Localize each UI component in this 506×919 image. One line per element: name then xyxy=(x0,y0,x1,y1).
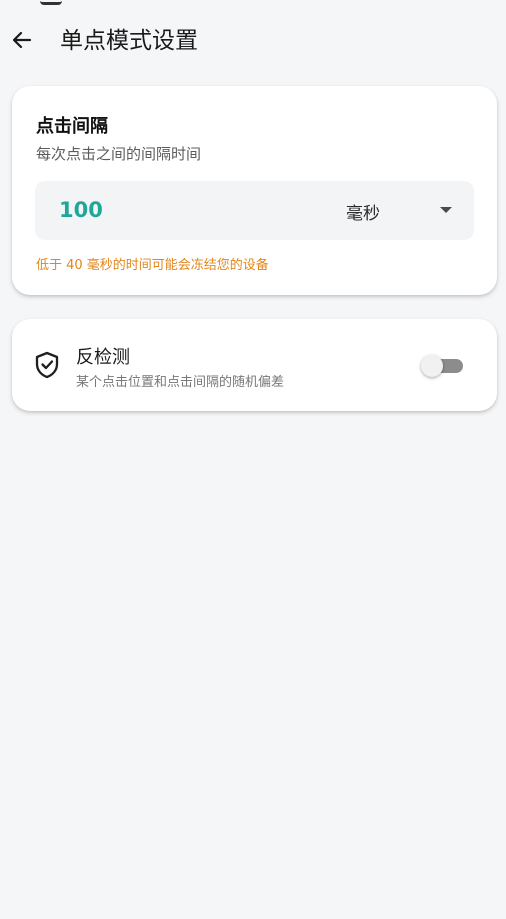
click-interval-title: 点击间隔 xyxy=(36,116,108,137)
anti-detection-toggle[interactable] xyxy=(421,355,463,377)
status-bar-left-icon xyxy=(40,0,62,5)
anti-detection-title: 反检测 xyxy=(76,347,130,368)
anti-detection-description: 某个点击位置和点击间隔的随机偏差 xyxy=(76,375,285,390)
click-interval-card: 点击间隔 每次点击之间的间隔时间 100 毫秒 低于 40 毫秒的时间可能会冻结… xyxy=(12,86,497,295)
click-interval-subtitle: 每次点击之间的间隔时间 xyxy=(36,145,202,163)
toggle-thumb xyxy=(421,355,443,377)
arrow-left-icon xyxy=(12,31,32,49)
interval-input-value[interactable]: 100 xyxy=(59,198,103,222)
app-bar: 单点模式设置 xyxy=(0,22,506,62)
shield-check-icon xyxy=(35,351,59,379)
unit-dropdown[interactable]: 毫秒 xyxy=(346,181,456,240)
interval-warning-text: 低于 40 毫秒的时间可能会冻结您的设备 xyxy=(36,258,269,273)
back-button[interactable] xyxy=(8,26,36,54)
anti-detection-card[interactable]: 反检测 某个点击位置和点击间隔的随机偏差 xyxy=(12,319,497,411)
caret-down-icon xyxy=(440,207,452,213)
status-bar-right-icons xyxy=(448,0,488,2)
unit-selected-label: 毫秒 xyxy=(346,204,380,224)
status-bar xyxy=(0,0,506,6)
interval-input-field[interactable]: 100 毫秒 xyxy=(35,181,474,240)
page-title: 单点模式设置 xyxy=(60,28,198,54)
